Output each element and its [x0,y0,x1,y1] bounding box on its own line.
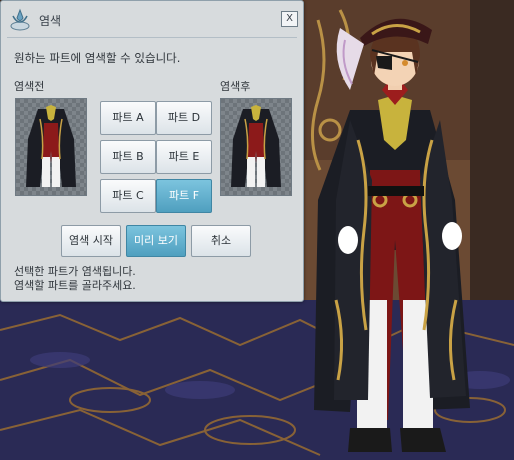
part-d-button[interactable]: 파트 D [156,101,212,135]
before-label: 염색전 [14,80,45,93]
start-dye-button[interactable]: 염색 시작 [61,225,121,257]
window-title: 염색 [39,14,62,28]
outfit-before-image [26,105,76,187]
outfit-after-image [231,105,281,187]
part-e-button[interactable]: 파트 E [156,140,212,174]
status-line-2: 염색할 파트를 골라주세요. [14,279,136,292]
part-a-button[interactable]: 파트 A [100,101,156,135]
status-message: 선택한 파트가 염색됩니다. 염색할 파트를 골라주세요. [14,265,136,293]
preview-button[interactable]: 미리 보기 [126,225,186,257]
title-divider [7,37,297,38]
part-b-button[interactable]: 파트 B [100,140,156,174]
before-preview [15,98,87,196]
status-line-1: 선택한 파트가 염색됩니다. [14,265,136,278]
cancel-button[interactable]: 취소 [191,225,251,257]
title-bar[interactable]: 염색 X [1,1,303,39]
instruction-text: 원하는 파트에 염색할 수 있습니다. [14,51,181,65]
close-button[interactable]: X [281,11,298,27]
part-c-button[interactable]: 파트 C [100,179,156,213]
part-f-button[interactable]: 파트 F [156,179,212,213]
after-preview [220,98,292,196]
after-label: 염색후 [220,80,251,93]
dye-window: 염색 X 원하는 파트에 염색할 수 있습니다. 염색전 염색후 파트 A 파트… [0,0,304,302]
dye-icon [10,8,30,31]
